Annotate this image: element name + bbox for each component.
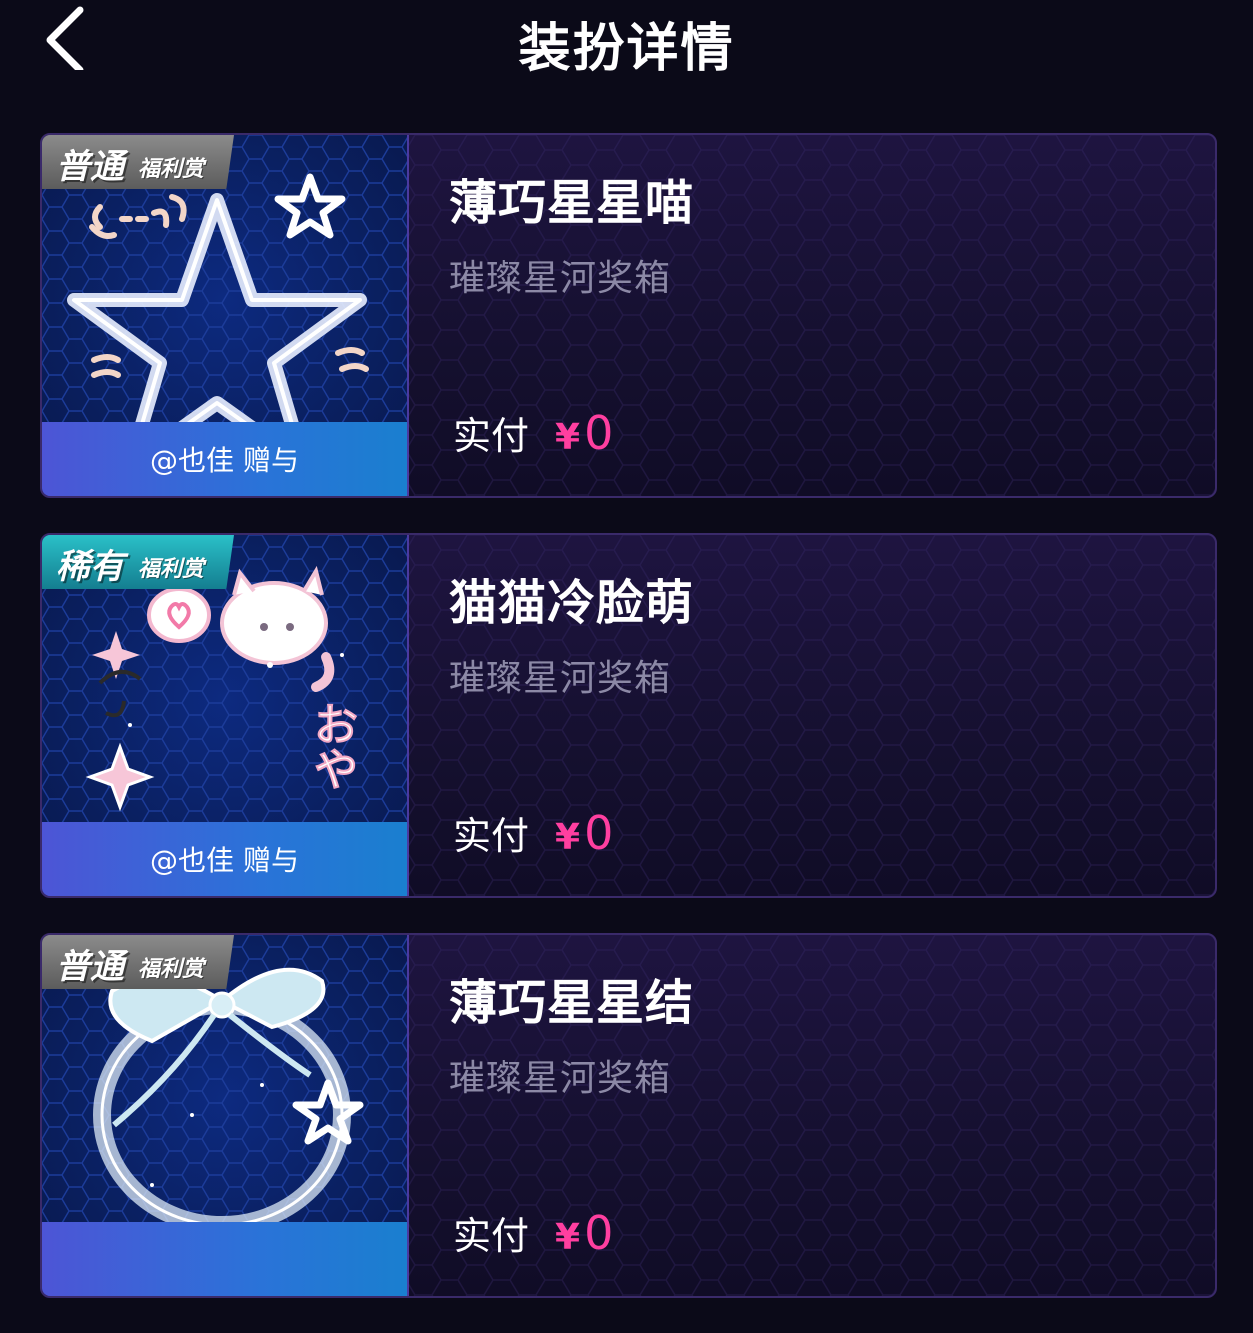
item-source: 璀璨星河奖箱	[449, 1058, 672, 1099]
price-value: 0	[584, 806, 614, 860]
list-item[interactable]: 普通 福利赏 薄巧星星结 璀璨星河奖箱 实付 ¥ 0	[40, 933, 1217, 1298]
rarity-badge: 普通 福利赏	[42, 135, 234, 189]
item-name: 薄巧星星结	[449, 975, 695, 1031]
price-value: 0	[584, 1206, 614, 1260]
badge-label: 普通	[56, 147, 124, 187]
svg-text:や: や	[314, 745, 358, 796]
item-thumbnail: 普通 福利赏 @也佳 赠与	[42, 135, 409, 496]
item-source: 璀璨星河奖箱	[449, 258, 672, 299]
badge-label: 普通	[56, 947, 124, 987]
list-item[interactable]: お や 稀有 福利赏 @也佳 赠与 猫猫冷脸萌 璀璨星河奖箱 实付 ¥ 0	[40, 533, 1217, 898]
badge-sublabel: 福利赏	[138, 957, 205, 982]
item-source: 璀璨星河奖箱	[449, 658, 672, 699]
badge-sublabel: 福利赏	[138, 557, 205, 582]
currency-symbol: ¥	[555, 417, 581, 458]
item-thumbnail: 普通 福利赏	[42, 935, 409, 1296]
rarity-badge: 普通 福利赏	[42, 935, 234, 989]
rarity-badge: 稀有 福利赏	[42, 535, 234, 589]
top-bar: 装扮详情	[0, 0, 1253, 100]
item-info: 薄巧星星结 璀璨星河奖箱 实付 ¥ 0	[449, 935, 1215, 1296]
gift-bar: @也佳 赠与	[42, 822, 407, 896]
item-name: 薄巧星星喵	[449, 175, 695, 231]
badge-label: 稀有	[56, 547, 124, 587]
gift-bar	[42, 1222, 407, 1296]
price-row: 实付 ¥ 0	[453, 405, 613, 461]
price-row: 实付 ¥ 0	[453, 805, 613, 861]
item-info: 薄巧星星喵 璀璨星河奖箱 实付 ¥ 0	[449, 135, 1215, 496]
currency-symbol: ¥	[555, 1217, 581, 1258]
item-info: 猫猫冷脸萌 璀璨星河奖箱 实付 ¥ 0	[449, 535, 1215, 896]
badge-sublabel: 福利赏	[138, 157, 205, 182]
price-label: 实付	[453, 1214, 530, 1258]
price-label: 实付	[453, 414, 530, 458]
gift-bar: @也佳 赠与	[42, 422, 407, 496]
item-list: 普通 福利赏 @也佳 赠与 薄巧星星喵 璀璨星河奖箱 实付 ¥ 0 お や 稀有…	[40, 133, 1217, 1333]
list-item[interactable]: 普通 福利赏 @也佳 赠与 薄巧星星喵 璀璨星河奖箱 实付 ¥ 0	[40, 133, 1217, 498]
currency-symbol: ¥	[555, 817, 581, 858]
price-label: 实付	[453, 814, 530, 858]
item-thumbnail: お や 稀有 福利赏 @也佳 赠与	[42, 535, 409, 896]
svg-text:お: お	[314, 700, 358, 751]
page-title: 装扮详情	[518, 19, 735, 79]
item-name: 猫猫冷脸萌	[449, 575, 695, 631]
price-value: 0	[584, 406, 614, 460]
price-row: 实付 ¥ 0	[453, 1205, 613, 1261]
